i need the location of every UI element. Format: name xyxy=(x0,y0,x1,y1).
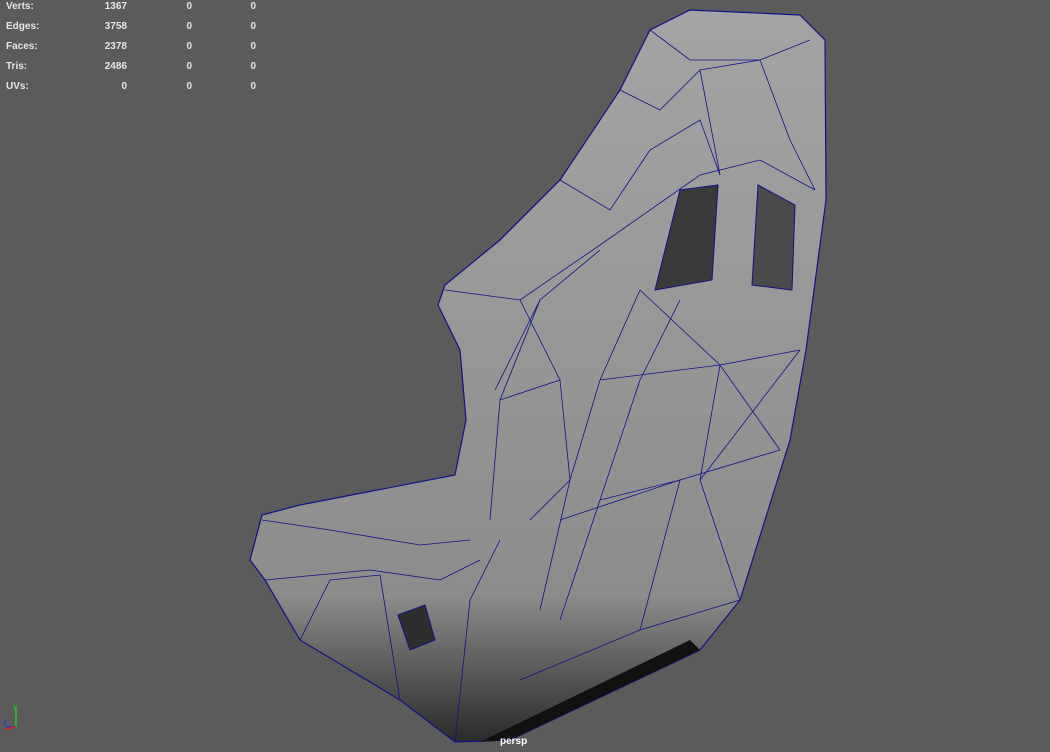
value: 0 xyxy=(250,61,256,72)
axis-y-label: y xyxy=(13,702,17,711)
hud-row-uvs: UVs: 0 0 0 xyxy=(6,80,256,100)
label: Tris: xyxy=(6,61,28,72)
value: 0 xyxy=(250,1,256,12)
seat-mesh[interactable] xyxy=(249,9,827,743)
value: 3758 xyxy=(104,21,127,32)
value: 0 xyxy=(186,21,192,32)
hud-row-faces: Faces: 2378 0 0 xyxy=(6,40,256,60)
value: 0 xyxy=(121,81,127,92)
seat-silhouette xyxy=(249,9,827,743)
value: 0 xyxy=(186,1,192,12)
label: Faces: xyxy=(6,41,38,52)
value: 2378 xyxy=(104,41,127,52)
label: Edges: xyxy=(6,21,40,32)
camera-label: persp xyxy=(500,736,528,747)
axis-gizmo-icon: y z xyxy=(3,702,17,730)
axis-z-label: z xyxy=(3,718,7,727)
value: 1367 xyxy=(104,1,127,12)
value: 0 xyxy=(186,81,192,92)
value: 0 xyxy=(250,41,256,52)
value: 2486 xyxy=(104,61,127,72)
value: 0 xyxy=(186,61,192,72)
value: 0 xyxy=(186,41,192,52)
value: 0 xyxy=(250,81,256,92)
value: 0 xyxy=(250,21,256,32)
viewport-3d[interactable] xyxy=(0,0,1050,752)
hud-row-tris: Tris: 2486 0 0 xyxy=(6,60,256,80)
label: UVs: xyxy=(6,81,29,92)
hud-row-verts: Verts: 1367 0 0 xyxy=(6,0,256,20)
poly-count-hud: Verts: 1367 0 0 Edges: 3758 0 0 Faces: 2378 0 0 T… xyxy=(6,0,256,100)
label: Verts: xyxy=(6,1,34,12)
hud-row-edges: Edges: 3758 0 0 xyxy=(6,20,256,40)
